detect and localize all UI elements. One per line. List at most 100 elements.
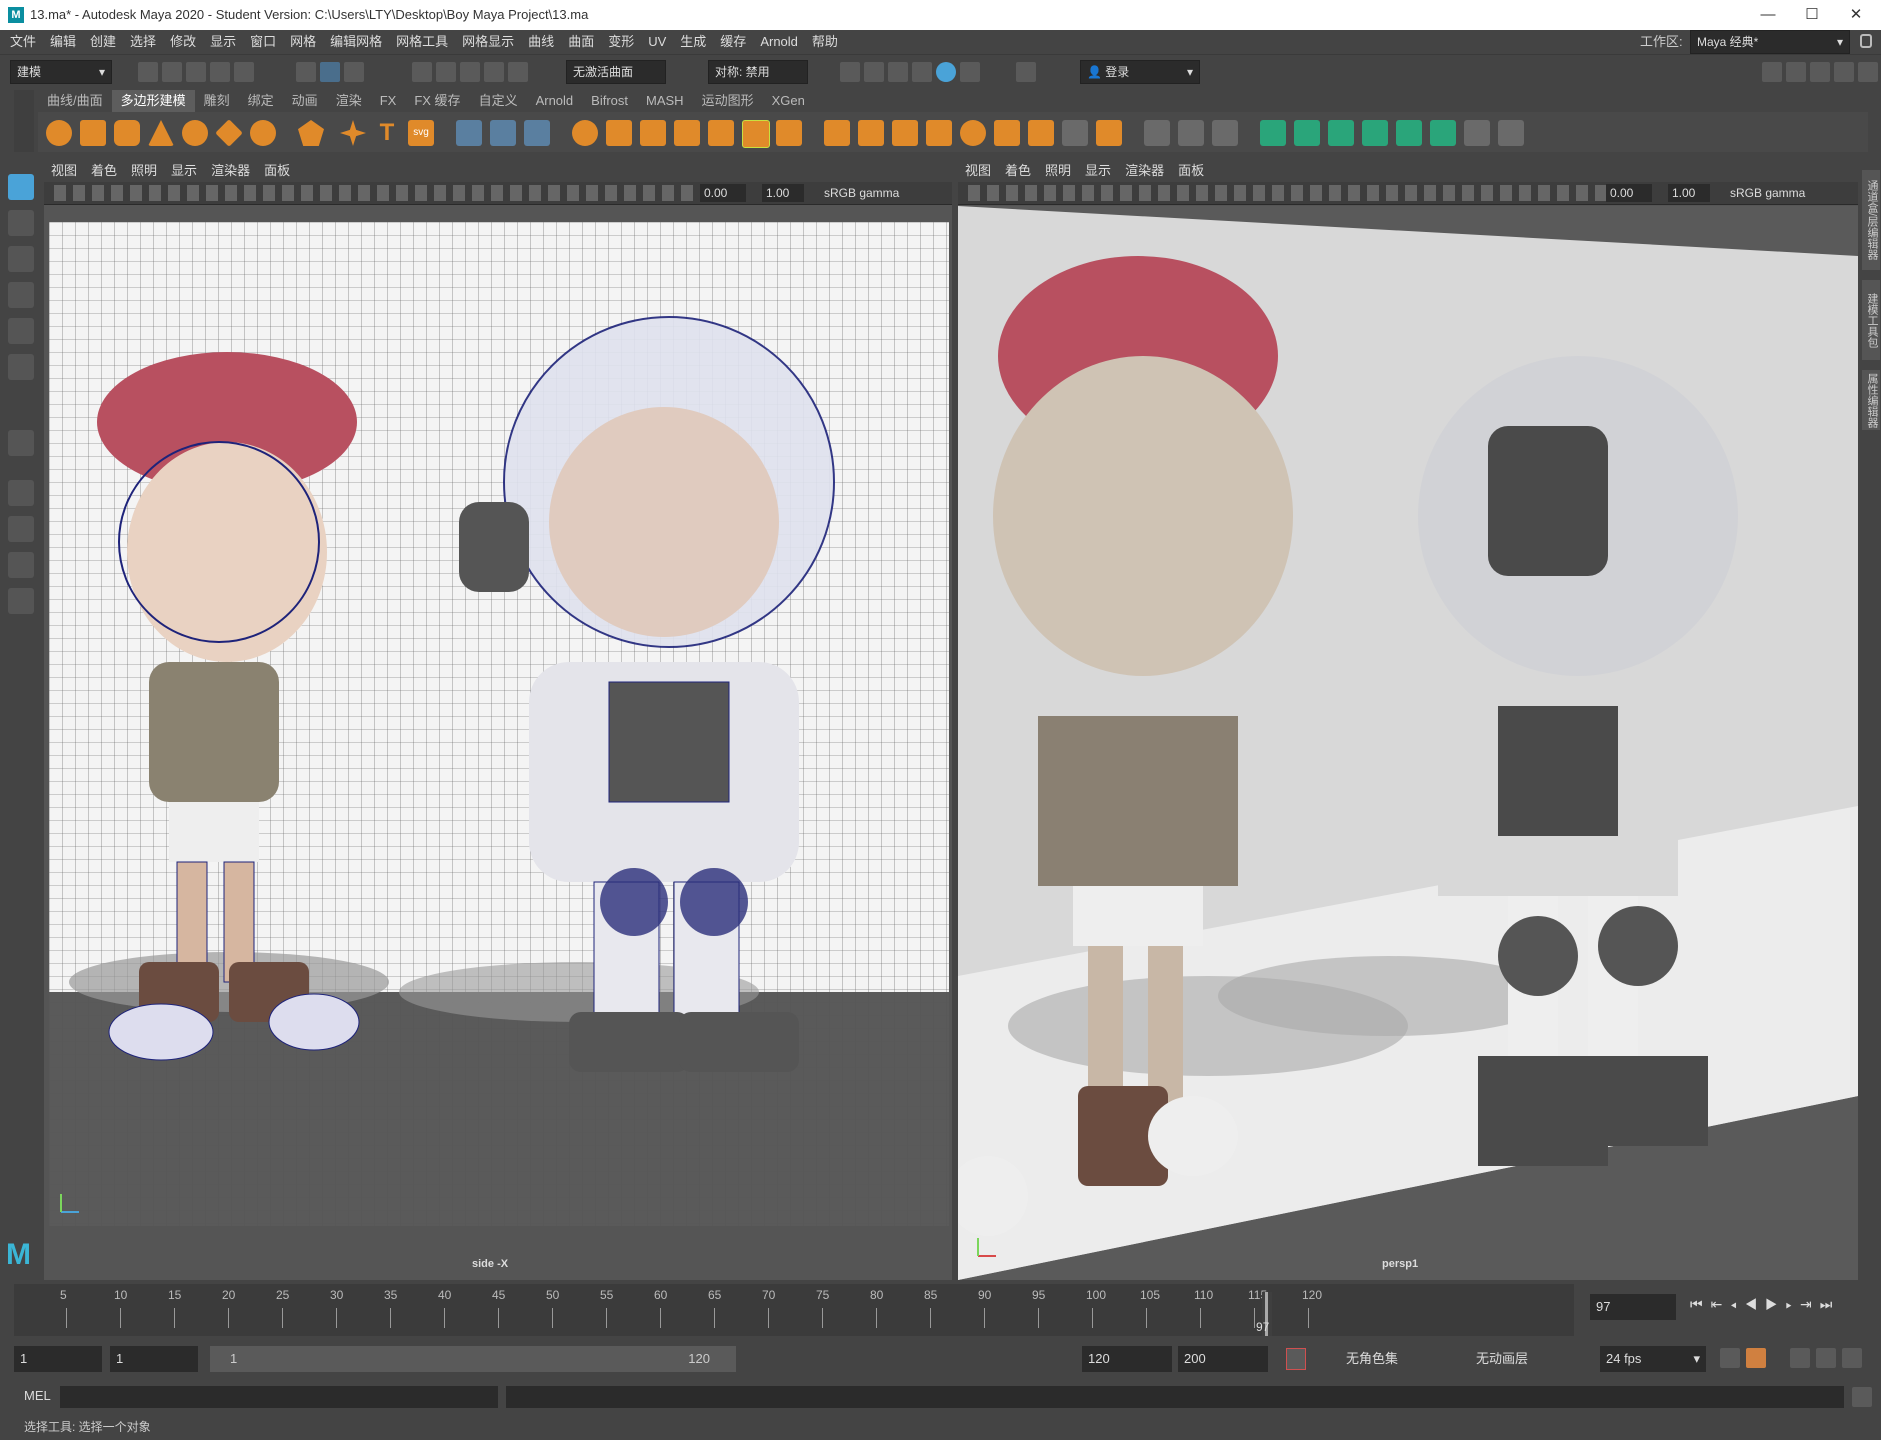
uv-cylindrical-icon[interactable] xyxy=(1294,120,1320,146)
command-input[interactable] xyxy=(60,1386,498,1408)
rotate-tool-icon[interactable] xyxy=(8,318,34,344)
menu-item-17[interactable]: Arnold xyxy=(753,30,805,54)
colorspace-label[interactable]: sRGB gamma xyxy=(1726,184,1850,202)
target-weld-icon[interactable] xyxy=(1062,120,1088,146)
menu-item-12[interactable]: 曲面 xyxy=(561,30,601,54)
exposure-field[interactable]: 0.00 xyxy=(700,184,746,202)
merge-icon[interactable] xyxy=(1096,120,1122,146)
anim-prefs-icon[interactable] xyxy=(1816,1348,1836,1368)
combine-icon[interactable] xyxy=(572,120,598,146)
shelf-tab-6[interactable]: FX xyxy=(371,90,406,112)
viewport-persp-menu-0[interactable]: 视图 xyxy=(958,160,998,182)
undo-icon[interactable] xyxy=(210,62,230,82)
playback-controls[interactable]: ⏮⇤◂◀▶▸⇥⏭ xyxy=(1690,1296,1870,1318)
close-button[interactable]: ✕ xyxy=(1834,2,1878,28)
new-scene-icon[interactable] xyxy=(138,62,158,82)
extrude-icon[interactable] xyxy=(824,120,850,146)
menu-item-15[interactable]: 生成 xyxy=(673,30,713,54)
viewport-persp-menu-4[interactable]: 渲染器 xyxy=(1118,160,1171,182)
append-polygon-icon[interactable] xyxy=(960,120,986,146)
channel-box-icon[interactable] xyxy=(1858,62,1878,82)
viewport-side-menu-1[interactable]: 着色 xyxy=(84,160,124,182)
tab-channel-box[interactable]: 通道盒/层编辑器 xyxy=(1862,170,1880,270)
split-icon[interactable] xyxy=(994,120,1020,146)
smooth-icon[interactable] xyxy=(640,120,666,146)
sculpt-tool-icon[interactable] xyxy=(456,120,482,146)
symmetry-dropdown[interactable]: 对称: 禁用 xyxy=(708,60,808,84)
open-scene-icon[interactable] xyxy=(162,62,182,82)
hypergraph-icon[interactable] xyxy=(1786,62,1806,82)
side-by-side-icon[interactable] xyxy=(8,552,34,578)
snap-point-icon[interactable] xyxy=(460,62,480,82)
lasso-tool-icon[interactable] xyxy=(8,210,34,236)
quad-draw-icon[interactable] xyxy=(1212,120,1238,146)
uv-planar-icon[interactable] xyxy=(1260,120,1286,146)
shelf-tab-0[interactable]: 曲线/曲面 xyxy=(38,90,112,112)
menu-item-1[interactable]: 编辑 xyxy=(43,30,83,54)
menu-item-3[interactable]: 选择 xyxy=(123,30,163,54)
bridge-icon[interactable] xyxy=(892,120,918,146)
viewport-persp-menu-2[interactable]: 照明 xyxy=(1038,160,1078,182)
menu-item-16[interactable]: 缓存 xyxy=(713,30,753,54)
menu-item-7[interactable]: 网格 xyxy=(283,30,323,54)
loop-icon[interactable] xyxy=(1720,1348,1740,1368)
menu-item-5[interactable]: 显示 xyxy=(203,30,243,54)
reduce-icon[interactable] xyxy=(776,120,802,146)
type-tool-icon[interactable]: T xyxy=(374,120,400,146)
current-time-marker[interactable]: 97 xyxy=(1256,1292,1272,1336)
uv-spherical-icon[interactable] xyxy=(1328,120,1354,146)
colorspace-label[interactable]: sRGB gamma xyxy=(820,184,944,202)
sound-icon[interactable] xyxy=(1790,1348,1810,1368)
uv-sew-icon[interactable] xyxy=(1498,120,1524,146)
menu-item-11[interactable]: 曲线 xyxy=(521,30,561,54)
modeling-toolkit-icon[interactable] xyxy=(1762,62,1782,82)
lock-icon[interactable] xyxy=(1860,34,1872,48)
move-tool-icon[interactable] xyxy=(8,282,34,308)
menu-item-0[interactable]: 文件 xyxy=(3,30,43,54)
uv-layout-icon[interactable] xyxy=(1430,120,1456,146)
multi-cut-icon[interactable] xyxy=(1144,120,1170,146)
shelf-tab-2[interactable]: 雕刻 xyxy=(195,90,239,112)
scale-tool-icon[interactable] xyxy=(8,354,34,380)
extract-icon[interactable] xyxy=(742,120,770,148)
fps-dropdown[interactable]: 24 fps ▾ xyxy=(1600,1346,1706,1372)
menuset-dropdown[interactable]: 建模 ▾ xyxy=(10,60,112,84)
four-view-icon[interactable] xyxy=(8,516,34,542)
shelf-tab-9[interactable]: Arnold xyxy=(527,90,583,112)
exposure-field[interactable]: 0.00 xyxy=(1606,184,1652,202)
shelf-tab-3[interactable]: 绑定 xyxy=(239,90,283,112)
menu-item-2[interactable]: 创建 xyxy=(83,30,123,54)
platonic-solid-icon[interactable] xyxy=(298,120,324,146)
poly-cylinder-icon[interactable] xyxy=(114,120,140,146)
viewport-side-menu-3[interactable]: 显示 xyxy=(164,160,204,182)
gamma-field[interactable]: 1.00 xyxy=(762,184,804,202)
start-frame-field[interactable]: 1 xyxy=(14,1346,102,1372)
tab-modeling-toolkit[interactable]: 建模工具包 xyxy=(1862,280,1880,360)
viewport-side[interactable]: 视图着色照明显示渲染器面板 0.00 1.00 sRGB gamma xyxy=(44,160,952,1280)
select-component-icon[interactable] xyxy=(344,62,364,82)
viewport-side-menu-5[interactable]: 面板 xyxy=(257,160,297,182)
snap-view-plane-icon[interactable] xyxy=(484,62,504,82)
script-editor-icon[interactable] xyxy=(1852,1387,1872,1407)
playback-end-field[interactable]: 120 xyxy=(1082,1346,1172,1372)
fill-hole-icon[interactable] xyxy=(926,120,952,146)
poly-torus-icon[interactable] xyxy=(182,120,208,146)
workspace-dropdown[interactable]: Maya 经典* ▾ xyxy=(1690,30,1850,54)
single-perspective-icon[interactable] xyxy=(8,480,34,506)
persp-view-canvas[interactable] xyxy=(958,206,1858,1280)
tool-settings-icon[interactable] xyxy=(1834,62,1854,82)
menu-item-13[interactable]: 变形 xyxy=(601,30,641,54)
edge-loop-icon[interactable] xyxy=(1178,120,1204,146)
shelf-tab-5[interactable]: 渲染 xyxy=(327,90,371,112)
menu-item-10[interactable]: 网格显示 xyxy=(455,30,521,54)
time-slider[interactable]: 5 10 15 20 25 30 35 40 45 50 55 60 65 70 75 80 85 90 95 100… xyxy=(14,1284,1574,1336)
render-view-icon[interactable] xyxy=(936,62,956,82)
menu-item-14[interactable]: UV xyxy=(641,30,673,54)
playback-start-field[interactable]: 1 xyxy=(110,1346,198,1372)
collapse-icon[interactable] xyxy=(1028,120,1054,146)
shelf-menu-icon[interactable] xyxy=(14,90,34,152)
anim-layer-dropdown[interactable]: 无动画层 xyxy=(1476,1346,1576,1372)
login-dropdown[interactable]: 👤 登录 ▾ xyxy=(1080,60,1200,84)
character-set-dropdown[interactable]: 无角色集 xyxy=(1346,1346,1454,1372)
snap-grid-icon[interactable] xyxy=(412,62,432,82)
